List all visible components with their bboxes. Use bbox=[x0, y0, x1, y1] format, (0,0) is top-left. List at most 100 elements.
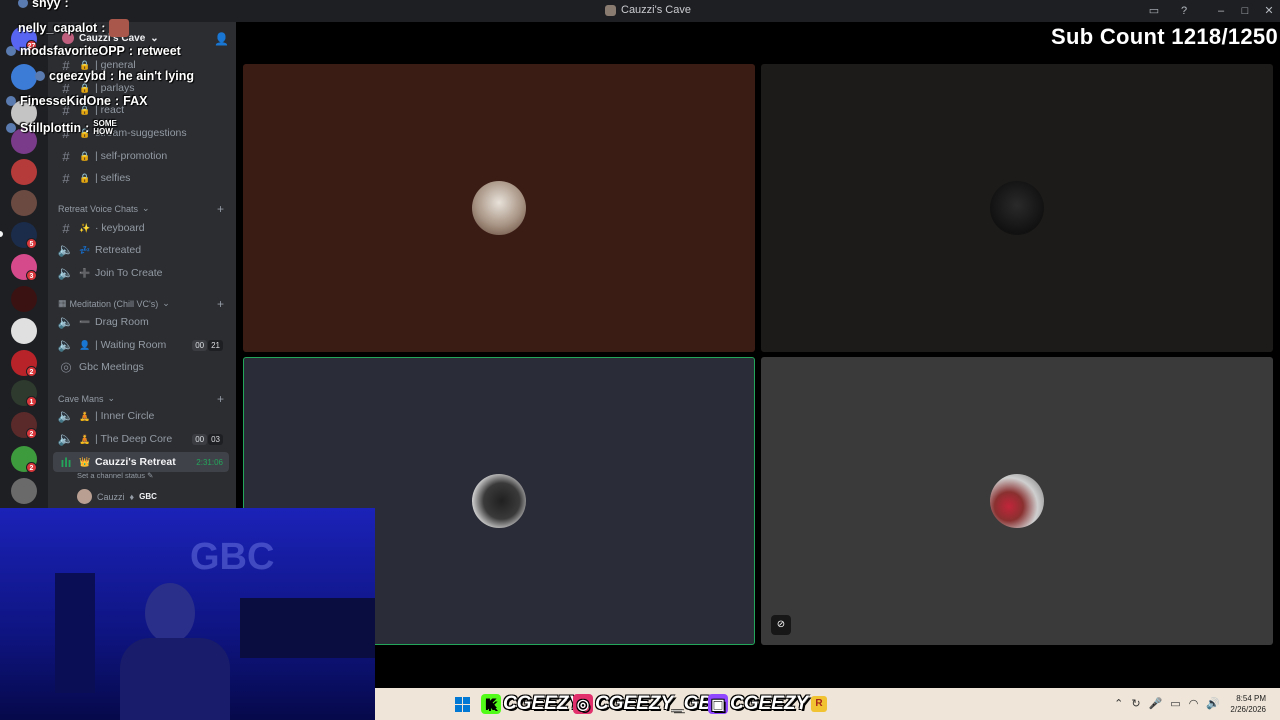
crown-icon: 👑 bbox=[79, 456, 91, 467]
voice-channel-item-active[interactable]: ılı 👑 Cauzzi's Retreat 2:31:06 bbox=[53, 452, 229, 472]
server-icon[interactable] bbox=[11, 159, 37, 185]
channel-label: Cauzzi's Retreat bbox=[95, 456, 176, 468]
title-bar: Cauzzi's Cave ▭ ? – □ ✕ bbox=[0, 0, 1280, 22]
voice-channel-item[interactable]: 🔈 🧘 | The Deep Core 00 03 bbox=[53, 429, 229, 449]
chat-emote-text: SOME HOW bbox=[93, 119, 117, 136]
meditation-icon: ▦ bbox=[58, 298, 67, 308]
chat-badge-icon bbox=[35, 71, 45, 81]
voice-channel-item[interactable]: 🔈 ➕ Join To Create bbox=[53, 263, 229, 283]
rockstar-icon[interactable]: R bbox=[811, 696, 827, 712]
channel-label: | Inner Circle bbox=[95, 410, 155, 422]
counter-limit: 03 bbox=[208, 433, 223, 445]
chat-message: cgeezybd: he ain't lying bbox=[35, 69, 194, 83]
category-header[interactable]: Cave Mans ⌄ + bbox=[58, 392, 230, 406]
social-handle: CGEEZY_GBC bbox=[595, 693, 726, 714]
plus-icon[interactable]: + bbox=[217, 297, 224, 311]
channel-label: Drag Room bbox=[95, 316, 149, 328]
avatar bbox=[990, 181, 1044, 235]
voice-channel-item[interactable]: 🔈 🧘 | Inner Circle bbox=[53, 406, 229, 426]
channel-label: | parlays bbox=[95, 82, 135, 94]
channel-label: Retreated bbox=[95, 244, 142, 256]
server-icon bbox=[605, 4, 616, 16]
speaker-icon: 🔈 bbox=[57, 431, 75, 446]
video-tile[interactable]: ⊘ bbox=[761, 357, 1273, 645]
person-head bbox=[145, 583, 195, 643]
inbox-icon[interactable]: ▭ bbox=[1146, 3, 1162, 19]
voice-channel-item[interactable]: 🔈 ➖ Drag Room bbox=[53, 312, 229, 332]
server-icon[interactable] bbox=[11, 478, 37, 504]
instagram-icon: ◎ bbox=[573, 694, 593, 714]
maximize-button[interactable]: □ bbox=[1237, 3, 1253, 19]
lock-icon: 🔒 bbox=[79, 172, 91, 183]
category-label: Cave Mans bbox=[58, 393, 104, 404]
add-member-icon[interactable]: 👤 bbox=[214, 32, 229, 46]
stage-icon: ◎ bbox=[60, 359, 72, 374]
speaker-icon: 🔈 bbox=[57, 337, 75, 352]
chat-badge-icon bbox=[18, 0, 28, 8]
speaker-icon: 🔈 bbox=[57, 265, 75, 280]
server-icon[interactable] bbox=[11, 64, 37, 90]
notification-badge: 2 bbox=[26, 428, 37, 439]
person-body bbox=[120, 638, 230, 720]
chevron-up-icon[interactable]: ⌃ bbox=[1114, 697, 1123, 710]
social-instagram: ◎ CGEEZY_GBC bbox=[573, 693, 726, 715]
social-kick: K CGEEZY bbox=[481, 693, 581, 715]
speaker-icon: 🔈 bbox=[57, 314, 75, 329]
chat-message: FinesseKidOne: FAX bbox=[6, 94, 147, 108]
chat-username: shyy bbox=[32, 0, 61, 10]
chevron-down-icon: ⌄ bbox=[150, 32, 159, 44]
voice-channel-item[interactable]: 🔈 👤 | Waiting Room 00 21 bbox=[53, 335, 229, 355]
voice-channel-item[interactable]: 🔈 💤 Retreated bbox=[53, 240, 229, 260]
app-tray-icon[interactable]: ↻ bbox=[1131, 697, 1140, 710]
stage-channel-item[interactable]: ◎ Gbc Meetings bbox=[53, 357, 229, 377]
speaker-icon: 🔈 bbox=[57, 242, 75, 257]
plus-icon[interactable]: + bbox=[217, 202, 224, 216]
channel-item[interactable]: # 🔒 | self-promotion bbox=[53, 146, 229, 166]
chevron-down-icon: ⌄ bbox=[107, 393, 116, 403]
microphone-icon[interactable]: 🎤 bbox=[1149, 697, 1163, 710]
camera-off-icon: ⊘ bbox=[771, 615, 791, 635]
video-tile[interactable] bbox=[761, 64, 1273, 352]
close-button[interactable]: ✕ bbox=[1261, 3, 1277, 19]
server-icon[interactable] bbox=[11, 190, 37, 216]
wifi-icon[interactable]: ◠ bbox=[1189, 697, 1199, 710]
voice-user[interactable]: Cauzzi ♦ GBC bbox=[77, 489, 157, 504]
minimize-button[interactable]: – bbox=[1213, 3, 1229, 19]
kick-icon: K bbox=[481, 694, 501, 714]
counter-limit: 21 bbox=[208, 339, 223, 351]
windows-start-icon[interactable] bbox=[455, 697, 470, 712]
clock-date: 2/26/2026 bbox=[1230, 705, 1266, 714]
channel-item[interactable]: # 🔒 | selfies bbox=[53, 168, 229, 188]
category-header[interactable]: ▦ Meditation (Chill VC's) ⌄ + bbox=[58, 297, 230, 311]
channel-label: | The Deep Core bbox=[95, 433, 173, 445]
user-icon: 👤 bbox=[79, 339, 91, 350]
channel-item[interactable]: # ✨ · keyboard bbox=[53, 218, 229, 238]
channel-label: | selfies bbox=[95, 172, 131, 184]
voice-user-name: Cauzzi bbox=[97, 491, 125, 502]
server-icon[interactable] bbox=[11, 318, 37, 344]
unread-indicator bbox=[0, 231, 3, 237]
volume-icon[interactable]: 🔊 bbox=[1206, 697, 1220, 710]
category-header[interactable]: Retreat Voice Chats ⌄ + bbox=[58, 202, 230, 216]
window-title: Cauzzi's Cave bbox=[605, 4, 691, 16]
display-icon[interactable]: ▭ bbox=[1170, 697, 1180, 710]
guild-tag-icon: ♦ bbox=[129, 491, 135, 502]
channel-status[interactable]: Set a channel status ✎ bbox=[77, 471, 153, 480]
chat-badge-icon bbox=[6, 96, 16, 106]
dash-icon: ➖ bbox=[79, 316, 91, 327]
server-icon[interactable] bbox=[11, 286, 37, 312]
sleep-icon: 💤 bbox=[79, 244, 91, 255]
channel-label: | Waiting Room bbox=[95, 339, 167, 351]
user-limit-counter: 00 03 bbox=[192, 433, 223, 445]
social-handle: CGEEZY bbox=[503, 693, 582, 714]
video-tile[interactable] bbox=[243, 64, 755, 352]
clock[interactable]: 8:54 PM 2/26/2026 bbox=[1230, 693, 1266, 715]
chat-username: FinesseKidOne bbox=[20, 94, 111, 108]
guild-tag: GBC bbox=[139, 492, 157, 501]
chevron-down-icon: ⌄ bbox=[142, 203, 150, 213]
plus-icon[interactable]: + bbox=[217, 392, 224, 406]
social-twitch: ▣ CGEEZY bbox=[708, 693, 808, 715]
voice-timer: 2:31:06 bbox=[196, 457, 223, 467]
chat-badge-icon bbox=[6, 123, 16, 133]
help-icon[interactable]: ? bbox=[1176, 3, 1192, 19]
